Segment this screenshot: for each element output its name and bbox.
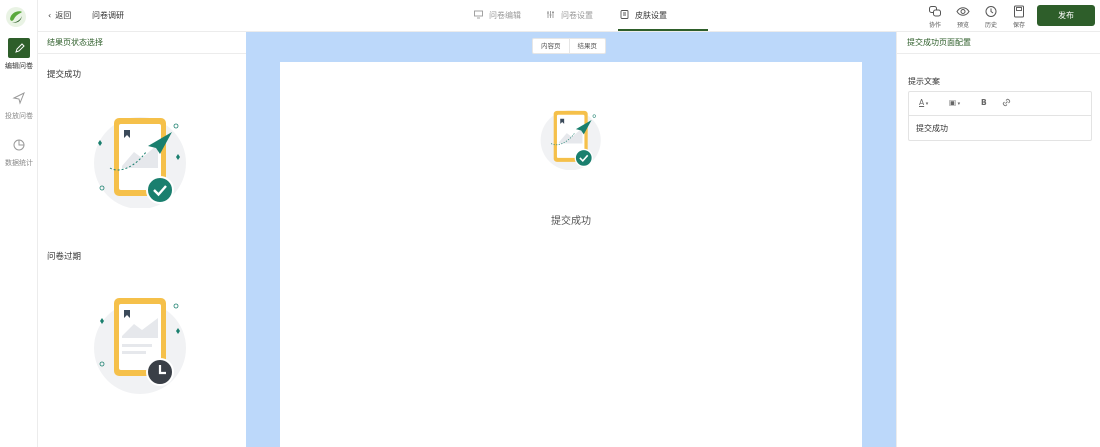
config-panel: 提交成功页面配置 提示文案 A ▾ ▣ ▾ B 提交成功 [896,32,1100,447]
submit-success-illustration[interactable] [90,108,194,208]
panel-header: 提交成功页面配置 [897,32,1100,54]
page-type-switch: 内容页 结果页 [532,38,606,54]
editor-toolbar: A ▾ ▣ ▾ B [909,92,1091,116]
sliders-icon [547,11,554,18]
top-bar: ‹ 返回 问卷调研 问卷编辑 问卷设置 皮肤设置 协作 预览 历史 保存 发布 [38,0,1100,32]
preview-button[interactable]: 预览 [954,5,972,29]
publish-button[interactable]: 发布 [1037,5,1095,26]
link-icon [1002,98,1011,107]
preview-canvas: 内容页 结果页 提交成功 [246,32,896,447]
edit-icon [8,38,30,58]
tab-survey-edit[interactable]: 问卷编辑 [474,10,521,21]
tab-label: 问卷编辑 [489,11,521,20]
font-color-button[interactable]: A ▾ [919,98,928,107]
field-label: 提示文案 [908,77,940,86]
back-label: 返回 [55,11,72,20]
survey-expired-illustration[interactable] [90,294,194,394]
history-icon [985,6,997,17]
rail-item-edit[interactable]: 编辑问卷 [0,38,38,71]
segment-result-page[interactable]: 结果页 [570,39,606,53]
eye-icon [956,7,970,16]
tab-survey-settings[interactable]: 问卷设置 [546,10,593,21]
collaborate-button[interactable]: 协作 [926,5,944,29]
chevron-down-icon: ▾ [956,101,961,107]
result-message: 提交成功 [551,216,591,227]
submit-success-illustration [540,110,601,170]
app-logo-icon [6,7,26,27]
tool-label: 协作 [928,22,941,29]
rail-item-stats[interactable]: 数据统计 [0,135,38,168]
survey-title: 问卷调研 [92,11,124,20]
send-icon [8,88,30,108]
tool-label: 历史 [984,22,997,29]
active-tab-indicator [618,29,708,31]
tab-label: 问卷设置 [561,11,593,20]
chevron-left-icon: ‹ [48,11,52,20]
app-root: 编辑问卷 投放问卷 数据统计 ‹ 返回 问卷调研 问卷编辑 问卷设置 皮肤设置 … [0,0,1100,447]
state-title-expired: 问卷过期 [47,252,82,262]
pie-chart-icon [8,135,30,155]
monitor-icon [474,10,483,19]
rail-item-distribute[interactable]: 投放问卷 [0,88,38,121]
rail-item-label: 投放问卷 [5,112,33,120]
history-button[interactable]: 历史 [982,5,1000,29]
left-rail: 编辑问卷 投放问卷 数据统计 [0,0,38,447]
collaborate-icon [929,6,941,17]
link-button[interactable] [1002,98,1011,109]
editor-content[interactable]: 提交成功 [916,123,948,134]
back-button[interactable]: ‹ 返回 [48,10,71,21]
preview-page: 提交成功 [280,62,862,447]
rail-item-label: 编辑问卷 [5,62,33,70]
save-button[interactable]: 保存 [1010,5,1028,29]
chevron-down-icon: ▾ [924,101,929,107]
tool-label: 保存 [1012,22,1025,29]
save-icon [1014,5,1024,18]
tab-label: 皮肤设置 [635,11,667,20]
segment-content-page[interactable]: 内容页 [533,39,570,53]
bold-button[interactable]: B [981,98,987,107]
tool-label: 预览 [956,22,969,29]
skin-icon [620,10,629,19]
rail-item-label: 数据统计 [5,159,33,167]
background-color-button[interactable]: ▣ ▾ [949,98,960,107]
state-title-success: 提交成功 [47,70,82,80]
result-state-panel: 结果页状态选择 提交成功 问卷过期 [38,32,246,447]
rich-text-editor: A ▾ ▣ ▾ B 提交成功 [908,91,1092,141]
panel-header: 结果页状态选择 [38,32,246,54]
tab-skin-settings[interactable]: 皮肤设置 [620,10,667,21]
